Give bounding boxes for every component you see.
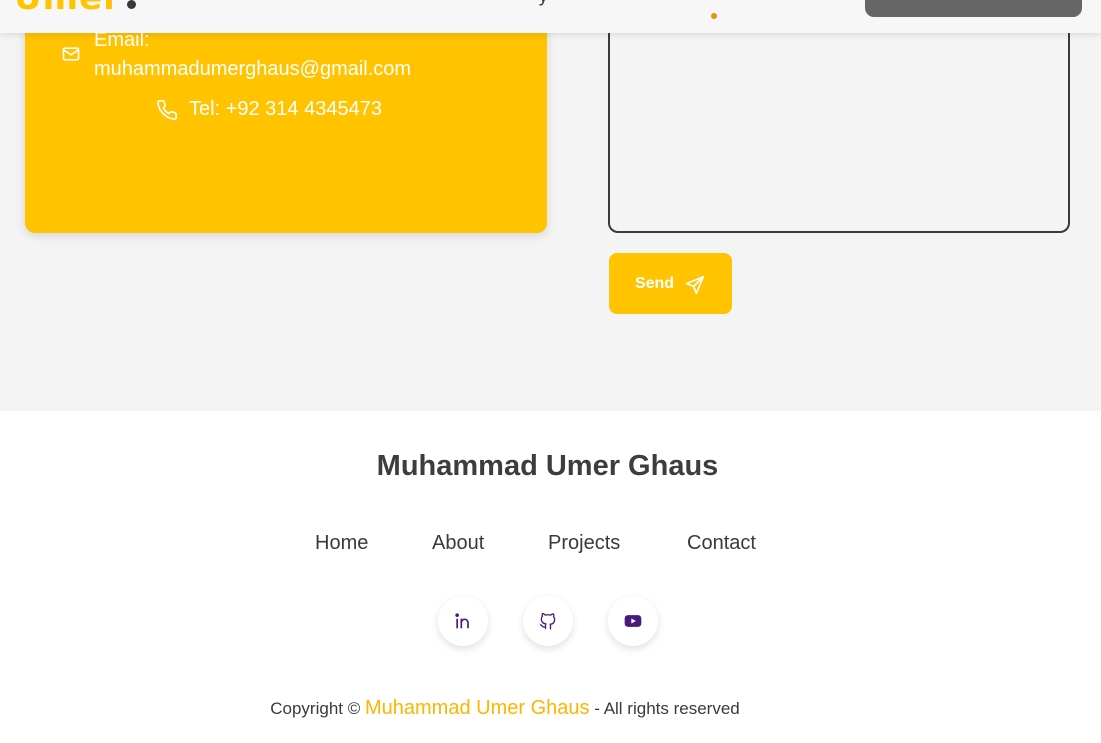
send-button[interactable]: Send — [609, 253, 732, 314]
footer-nav: Home About Projects Contact — [0, 532, 1101, 562]
active-nav-indicator — [711, 13, 717, 19]
nav-link-fragment[interactable]: y — [538, 0, 549, 7]
footer-link-projects[interactable]: Projects — [548, 532, 620, 555]
contact-info-card: Email: muhammadumerghaus@gmail.com Tel: … — [25, 0, 547, 233]
copyright-suffix: - All rights reserved — [594, 699, 740, 718]
footer-link-contact[interactable]: Contact — [687, 532, 756, 555]
youtube-icon — [624, 615, 642, 627]
email-value[interactable]: muhammadumerghaus@gmail.com — [94, 55, 411, 84]
footer-link-about[interactable]: About — [432, 532, 484, 555]
site-header: Umer y — [0, 0, 1101, 33]
youtube-button[interactable] — [608, 596, 658, 646]
email-block: Email: muhammadumerghaus@gmail.com — [94, 26, 411, 84]
site-logo[interactable]: Umer — [14, 0, 136, 18]
logo-text: Umer — [14, 0, 121, 18]
linkedin-button[interactable] — [438, 596, 488, 646]
linkedin-icon — [455, 613, 469, 629]
send-label: Send — [634, 274, 675, 292]
mail-icon — [62, 47, 80, 61]
github-icon — [539, 612, 556, 630]
logo-dot — [126, 0, 136, 9]
copyright-brand[interactable]: Muhammad Umer Ghaus — [365, 697, 590, 719]
phone-icon — [157, 99, 177, 120]
contact-section: Email: muhammadumerghaus@gmail.com Tel: … — [0, 0, 1101, 411]
send-icon — [685, 275, 705, 294]
footer-link-home[interactable]: Home — [315, 532, 368, 555]
message-textarea[interactable] — [608, 10, 1070, 233]
phone-text: Tel: +92 314 4345473 — [189, 98, 382, 120]
github-button[interactable] — [523, 596, 573, 646]
copyright: Copyright © Muhammad Umer Ghaus - All ri… — [0, 697, 1010, 720]
footer-name: Muhammad Umer Ghaus — [376, 450, 719, 482]
copyright-prefix: Copyright © — [270, 699, 361, 718]
phone-row[interactable]: Tel: +92 314 4345473 — [156, 98, 382, 121]
header-cta-button[interactable] — [865, 0, 1082, 17]
